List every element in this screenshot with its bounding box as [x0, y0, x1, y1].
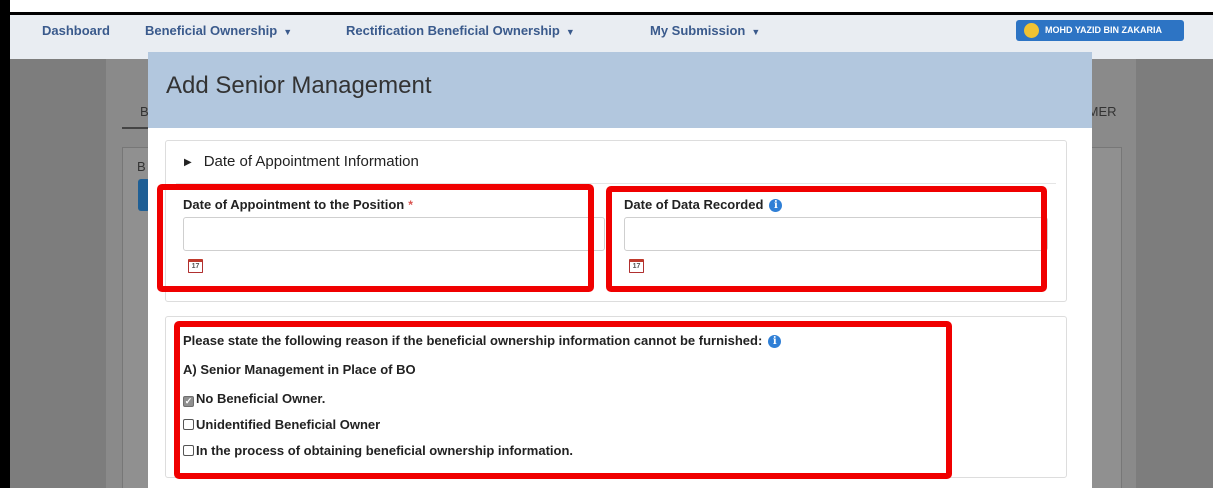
modal-title: Add Senior Management: [166, 72, 432, 99]
nav-beneficial-ownership[interactable]: Beneficial Ownership ▼: [145, 23, 292, 38]
nav-rectification-label: Rectification Beneficial Ownership: [346, 23, 560, 38]
chevron-down-icon: ▼: [751, 27, 761, 37]
nav-my-submission[interactable]: My Submission ▼: [650, 23, 760, 38]
chevron-down-icon: ▼: [565, 27, 575, 37]
modal-header: Add Senior Management: [148, 52, 1092, 128]
screen-left-border: [0, 0, 10, 488]
highlight-reason-options: [174, 321, 952, 479]
caret-right-icon: ▶: [184, 157, 192, 168]
user-menu-button[interactable]: MOHD YAZID BIN ZAKARIA: [1016, 20, 1184, 41]
chevron-down-icon: ▼: [283, 27, 293, 37]
highlight-data-recorded: [606, 186, 1047, 292]
section-toggle[interactable]: ▶ Date of Appointment Information: [184, 153, 419, 170]
nav-beneficial-ownership-label: Beneficial Ownership: [145, 23, 278, 38]
user-name: MOHD YAZID BIN ZAKARIA: [1045, 25, 1163, 35]
background-tab-underline: [122, 127, 150, 129]
avatar: [1024, 23, 1039, 38]
nav-dashboard[interactable]: Dashboard: [42, 23, 110, 38]
background-card-letter: B: [137, 159, 146, 174]
highlight-appointment-date: [157, 184, 594, 292]
section-title: Date of Appointment Information: [203, 153, 419, 170]
page: Dashboard Beneficial Ownership ▼ Rectific…: [10, 15, 1213, 488]
nav-my-submission-label: My Submission: [650, 23, 746, 38]
nav-rectification-beneficial-ownership[interactable]: Rectification Beneficial Ownership ▼: [346, 23, 575, 38]
screen-top-margin: [0, 0, 1213, 12]
nav-dashboard-label: Dashboard: [42, 23, 110, 38]
